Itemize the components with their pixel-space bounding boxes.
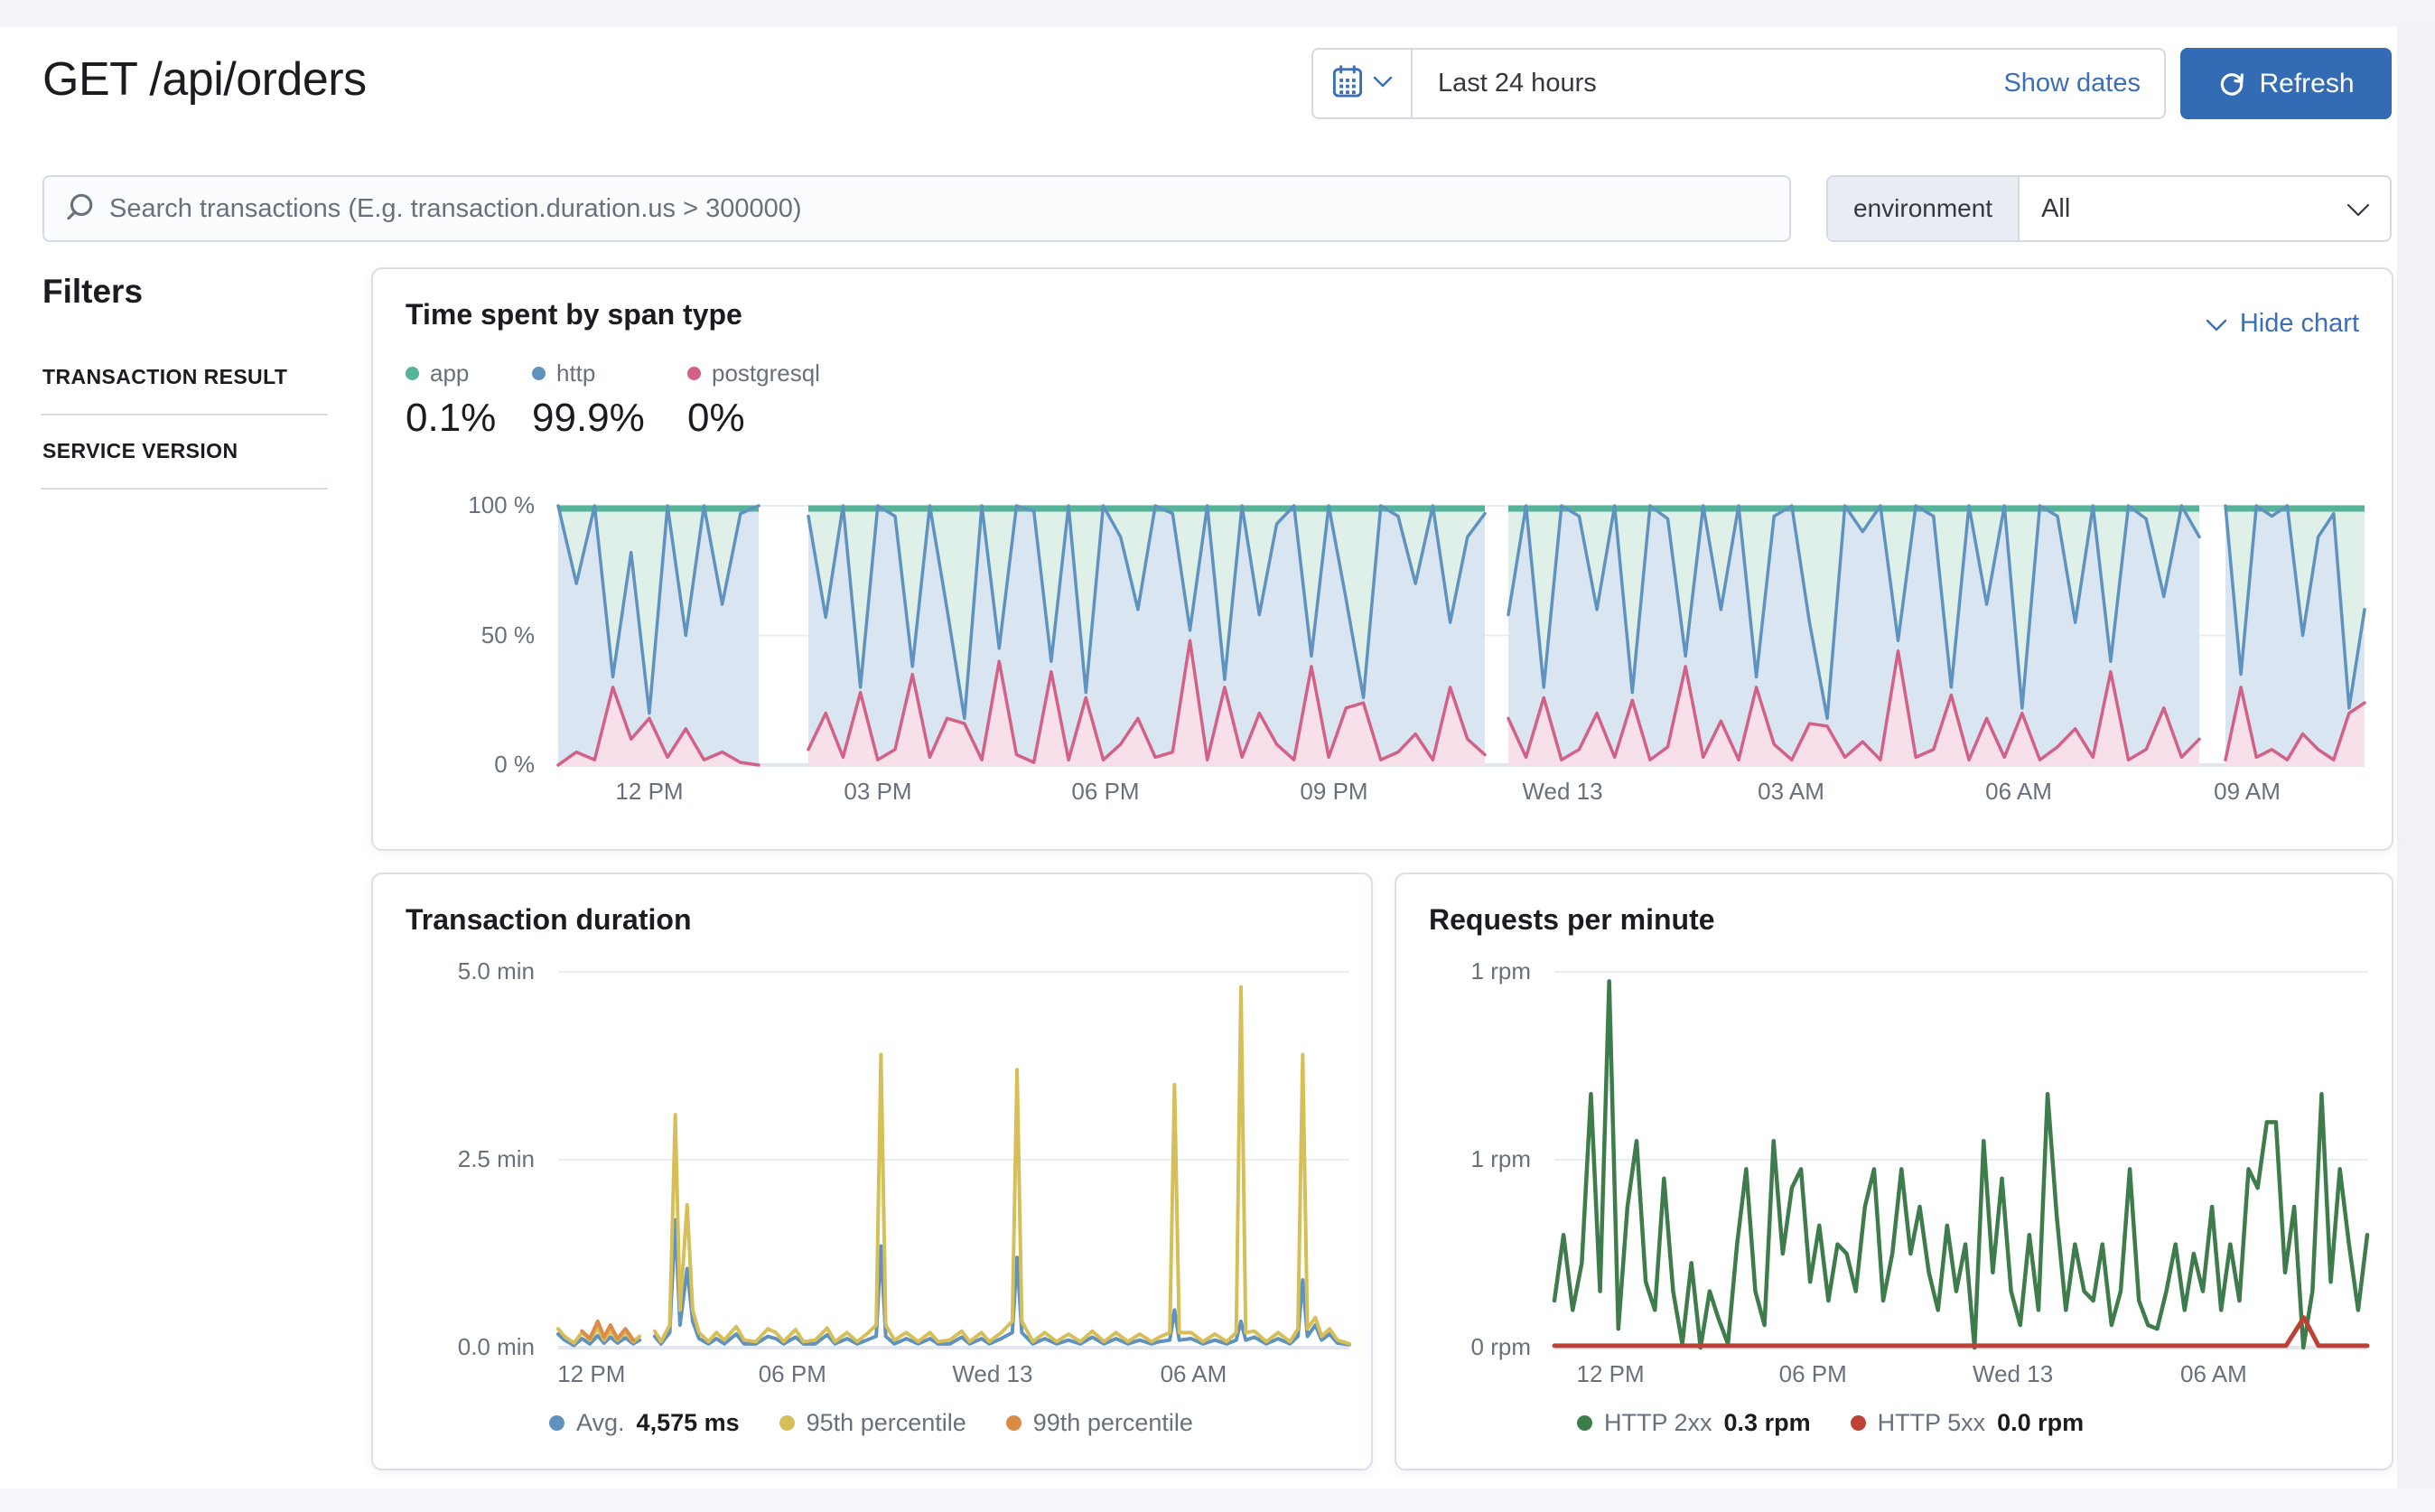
legend-item-http-2xx[interactable]: HTTP 2xx 0.3 rpm	[1577, 1409, 1811, 1437]
calendar-menu-button[interactable]	[1313, 50, 1413, 117]
show-dates-link[interactable]: Show dates	[2003, 69, 2141, 98]
http-5xx-value: 0.0 rpm	[1997, 1409, 2085, 1436]
legend-dot	[406, 367, 419, 380]
hide-chart-link[interactable]: Hide chart	[2206, 309, 2359, 339]
avg-value: 4,575 ms	[636, 1409, 740, 1436]
page-title: GET /api/orders	[42, 53, 367, 106]
panel-title: Time spent by span type	[406, 298, 742, 331]
y-axis-label: 1 rpm	[1470, 1145, 1531, 1172]
rpm-legend: HTTP 2xx 0.3 rpm HTTP 5xx 0.0 rpm	[1577, 1409, 2084, 1437]
time-spent-by-span-type-panel: Time spent by span type Hide chart app h…	[371, 267, 2393, 851]
y-axis-label: 50 %	[480, 621, 535, 649]
refresh-icon	[2217, 70, 2246, 98]
requests-per-minute-chart: 1 rpm 1 rpm 0 rpm 12 PM 06 PM Wed 13 06 AM	[1471, 957, 2370, 1387]
legend-item-99th-percentile[interactable]: 99th percentile	[1005, 1409, 1193, 1437]
apm-transaction-page: GET /api/orders Last 24 hours Show dates…	[0, 0, 2435, 1512]
x-axis-label: 09 PM	[1300, 778, 1368, 805]
transaction-duration-panel: Transaction duration 5.0 min 2.5 min 0.0 m…	[371, 873, 1373, 1470]
x-axis-label: 03 AM	[1758, 778, 1824, 805]
legend-dot	[779, 1415, 795, 1431]
time-range-value[interactable]: Last 24 hours	[1438, 69, 1597, 98]
x-axis-label: Wed 13	[1522, 778, 1603, 805]
y-axis-label: 0.0 min	[457, 1333, 535, 1360]
panel-title: Requests per minute	[1429, 903, 1715, 936]
legend-item-postgresql[interactable]: postgresql	[687, 359, 820, 387]
legend-dot	[532, 367, 546, 380]
x-axis-label: 09 AM	[2214, 778, 2281, 805]
duration-legend: Avg. 4,575 ms 95th percentile 99th perce…	[549, 1409, 1193, 1437]
environment-value: All	[2041, 193, 2071, 223]
y-axis-label: 0 rpm	[1470, 1333, 1531, 1360]
stat-http-percent: 99.9%	[532, 396, 645, 440]
chevron-down-icon	[2206, 309, 2227, 339]
y-axis-label: 5.0 min	[457, 957, 535, 985]
refresh-label: Refresh	[2259, 68, 2355, 98]
legend-dot	[687, 367, 701, 380]
y-axis-label: 2.5 min	[457, 1145, 535, 1172]
legend-dot	[549, 1415, 564, 1431]
x-axis-label: 06 AM	[1160, 1360, 1227, 1387]
environment-select[interactable]: All	[2020, 177, 2390, 240]
window-top-strip	[0, 0, 2435, 27]
transaction-duration-chart: 5.0 min 2.5 min 0.0 min 12 PM 06 PM Wed 13 06 …	[458, 957, 1351, 1387]
y-axis-label: 100 %	[468, 491, 535, 518]
stat-postgresql-percent: 0%	[687, 396, 745, 440]
requests-per-minute-panel: Requests per minute 1 rpm 1 rpm 0 rpm 12 PM…	[1395, 873, 2393, 1470]
x-axis-label: 06 AM	[2180, 1360, 2247, 1387]
x-axis-label: 12 PM	[1576, 1360, 1645, 1387]
legend-item-app[interactable]: app	[406, 359, 469, 387]
y-axis-label: 0 %	[494, 751, 535, 778]
refresh-button[interactable]: Refresh	[2180, 48, 2392, 119]
x-axis-label: 06 AM	[1985, 778, 2052, 805]
filter-section-service-version[interactable]: SERVICE VERSION	[42, 439, 328, 463]
x-axis-label: 06 PM	[758, 1360, 826, 1387]
x-axis-label: 03 PM	[844, 778, 912, 805]
y-axis-label: 1 rpm	[1470, 957, 1531, 985]
filter-section-transaction-result[interactable]: TRANSACTION RESULT	[42, 365, 328, 389]
divider	[41, 488, 328, 490]
panel-title: Transaction duration	[406, 903, 692, 936]
legend-dot	[1005, 1415, 1022, 1431]
chevron-down-icon	[1373, 75, 1393, 92]
x-axis-label: Wed 13	[952, 1360, 1033, 1387]
x-axis-label: 12 PM	[557, 1360, 626, 1387]
x-axis-label: Wed 13	[1973, 1360, 2054, 1387]
span-type-chart: 100 % 50 % 0 % 12 PM 03 PM 06 PM 09 PM Wed 13 03…	[468, 491, 2366, 805]
legend-item-http[interactable]: http	[532, 359, 595, 387]
search-input[interactable]	[109, 193, 1645, 224]
search-icon	[64, 191, 95, 227]
chevron-down-icon	[2346, 194, 2370, 224]
date-picker[interactable]: Last 24 hours Show dates	[1311, 48, 2166, 119]
page-bottom-strip	[0, 1489, 2435, 1512]
x-axis-label: 06 PM	[1071, 778, 1140, 805]
filters-heading: Filters	[42, 273, 144, 310]
legend-item-avg[interactable]: Avg. 4,575 ms	[549, 1409, 740, 1437]
environment-label: environment	[1828, 177, 2020, 240]
x-axis-label: 06 PM	[1778, 1360, 1847, 1387]
legend-dot	[1577, 1415, 1592, 1431]
divider	[41, 414, 328, 415]
calendar-icon	[1331, 64, 1364, 103]
scrollbar-track[interactable]	[2397, 27, 2435, 1512]
x-axis-label: 12 PM	[615, 778, 684, 805]
environment-filter: environment All	[1826, 175, 2392, 242]
legend-dot	[1850, 1415, 1866, 1431]
search-bar[interactable]	[42, 175, 1791, 242]
stat-app-percent: 0.1%	[406, 396, 497, 440]
http-2xx-value: 0.3 rpm	[1723, 1409, 1811, 1436]
legend-item-95th-percentile[interactable]: 95th percentile	[779, 1409, 966, 1437]
legend-item-http-5xx[interactable]: HTTP 5xx 0.0 rpm	[1850, 1409, 2085, 1437]
